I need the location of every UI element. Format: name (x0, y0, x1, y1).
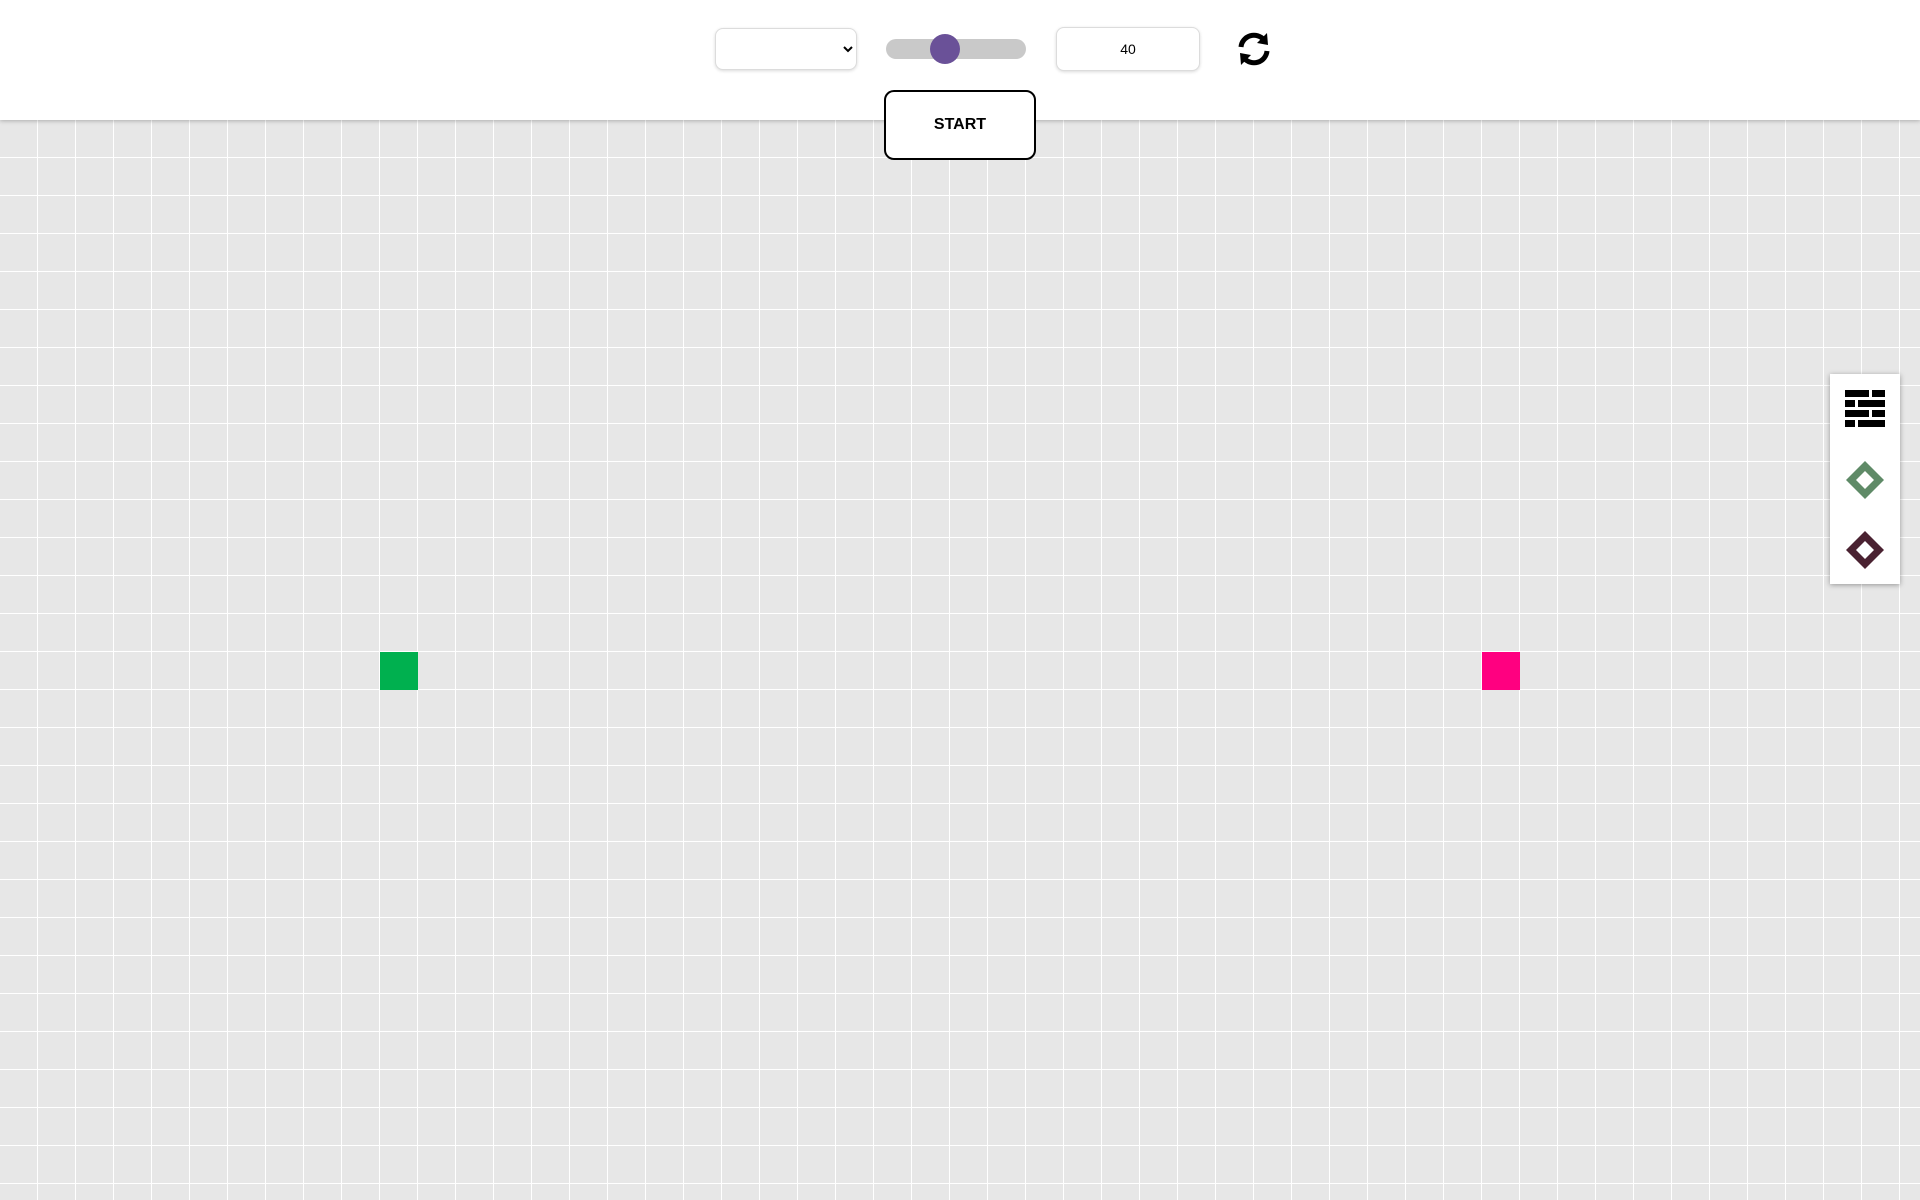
end-node[interactable] (1482, 652, 1520, 690)
wall-tool-button[interactable] (1845, 390, 1885, 430)
brick-wall-icon (1845, 390, 1885, 427)
diamond-icon (1846, 531, 1884, 569)
start-node-tool-button[interactable] (1845, 460, 1885, 500)
speed-slider[interactable] (886, 34, 1026, 64)
refresh-icon (1238, 32, 1270, 66)
start-node[interactable] (380, 652, 418, 690)
diamond-icon (1846, 461, 1884, 499)
pathfinding-grid[interactable] (0, 120, 1920, 1200)
tools-panel (1830, 374, 1900, 584)
speed-slider-thumb[interactable] (929, 34, 960, 64)
start-button[interactable]: START (884, 90, 1036, 160)
end-node-tool-button[interactable] (1845, 530, 1885, 570)
grid-size-input[interactable] (1056, 27, 1200, 71)
algorithm-select[interactable] (715, 28, 857, 70)
refresh-button[interactable] (1236, 29, 1272, 69)
